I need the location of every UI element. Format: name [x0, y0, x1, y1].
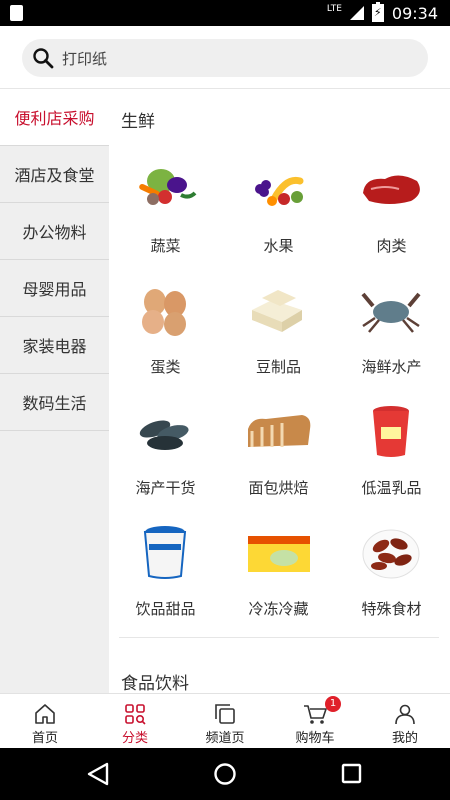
subcategory-frozen[interactable]: 冷冻冷藏 [222, 512, 335, 633]
channel-icon [215, 704, 235, 724]
home-icon [35, 704, 55, 724]
subcategory-label: 蔬菜 [150, 237, 181, 255]
signal-icon [349, 6, 364, 20]
search-icon [33, 48, 54, 69]
sidebar-item-digital-life[interactable]: 数码生活 [0, 374, 109, 431]
clock: 09:34 [391, 3, 438, 23]
subcategory-label: 水果 [263, 237, 294, 255]
back-icon[interactable] [87, 762, 109, 786]
fruits-image [255, 176, 304, 206]
sidebar-item-convenience-store[interactable]: 便利店采购 [0, 89, 109, 146]
tab-label: 首页 [31, 731, 58, 746]
subcategory-dried-seafood[interactable]: 海产干货 [109, 391, 222, 512]
subcategory-label: 面包烘焙 [248, 479, 309, 497]
category-sidebar: 便利店采购 酒店及食堂 办公物料 母婴用品 家装电器 数码生活 [0, 89, 109, 693]
tab-label: 分类 [121, 731, 148, 746]
sidebar-item-hotel-canteen[interactable]: 酒店及食堂 [0, 146, 109, 203]
tab-label: 我的 [391, 731, 418, 746]
tab-profile[interactable]: 我的 [360, 694, 450, 749]
subcategory-label: 饮品甜品 [135, 600, 196, 618]
subcategory-bakery[interactable]: 面包烘焙 [222, 391, 335, 512]
subcategory-label: 海产干货 [135, 479, 196, 497]
category-icon [125, 704, 146, 725]
subcategory-label: 肉类 [376, 237, 407, 255]
tab-cart[interactable]: 1 购物车 [270, 694, 360, 749]
section-divider [119, 637, 439, 638]
subcategory-label: 低温乳品 [361, 479, 422, 497]
subcategory-fruits[interactable]: 水果 [222, 149, 335, 270]
sidebar-item-home-appliances[interactable]: 家装电器 [0, 317, 109, 374]
subcategory-label: 特殊食材 [361, 600, 422, 618]
bread-image [248, 415, 311, 447]
tofu-image [252, 290, 302, 332]
vegetables-image [139, 169, 197, 205]
section-title-food-drinks: 食品饮料 [121, 674, 189, 693]
subcategory-chilled-dairy[interactable]: 低温乳品 [335, 391, 448, 512]
tab-category[interactable]: 分类 [90, 694, 180, 749]
status-bar: LTE ⚡ 09:34 [0, 0, 450, 26]
battery-icon: ⚡ [371, 2, 384, 22]
cart-badge: 1 [325, 696, 341, 712]
subcategory-drinks-desserts[interactable]: 饮品甜品 [109, 512, 222, 633]
network-type: LTE [326, 3, 342, 14]
subcategory-vegetables[interactable]: 蔬菜 [109, 149, 222, 270]
bottom-tab-bar: 首页 分类 频道页 1 购物车 我的 [0, 693, 450, 749]
sidebar-item-mother-baby[interactable]: 母婴用品 [0, 260, 109, 317]
sea-cucumber-image [139, 420, 189, 450]
tab-channel[interactable]: 频道页 [180, 694, 270, 749]
tab-label: 购物车 [295, 731, 335, 746]
system-navigation-bar [0, 748, 450, 800]
sd-card-icon [10, 5, 23, 21]
subcategory-label: 海鲜水产 [361, 358, 422, 376]
profile-icon [395, 704, 415, 725]
meat-image [363, 175, 420, 204]
search-input[interactable]: 打印纸 [22, 39, 428, 77]
subcategory-label: 冷冻冷藏 [248, 600, 309, 618]
subcategory-tofu[interactable]: 豆制品 [222, 270, 335, 391]
subcategory-seafood[interactable]: 海鲜水产 [335, 270, 448, 391]
frozen-package-image [248, 536, 310, 572]
home-button-icon[interactable] [213, 762, 237, 786]
ice-cream-tub-image [143, 526, 187, 579]
subcategory-meat[interactable]: 肉类 [335, 149, 448, 270]
tab-home[interactable]: 首页 [0, 694, 90, 749]
sausages-image [362, 529, 420, 579]
subcategory-special-ingredients[interactable]: 特殊食材 [335, 512, 448, 633]
subcategory-label: 蛋类 [150, 358, 181, 376]
crab-image [361, 292, 421, 333]
recents-icon[interactable] [341, 762, 363, 786]
yogurt-cup-image [373, 406, 409, 457]
tab-label: 频道页 [205, 731, 245, 746]
sidebar-item-office-supplies[interactable]: 办公物料 [0, 203, 109, 260]
cart-icon [304, 705, 327, 724]
section-title-fresh: 生鲜 [121, 112, 155, 132]
search-bar: 打印纸 [0, 26, 450, 88]
search-placeholder: 打印纸 [62, 49, 108, 68]
eggs-image [142, 289, 186, 336]
subcategory-eggs[interactable]: 蛋类 [109, 270, 222, 391]
subcategory-label: 豆制品 [255, 358, 301, 376]
category-content: 生鲜 蔬菜 水果 肉类 蛋类 豆制品 海鲜水产 海产干货 面包烘焙 低温乳品 饮… [109, 89, 450, 693]
